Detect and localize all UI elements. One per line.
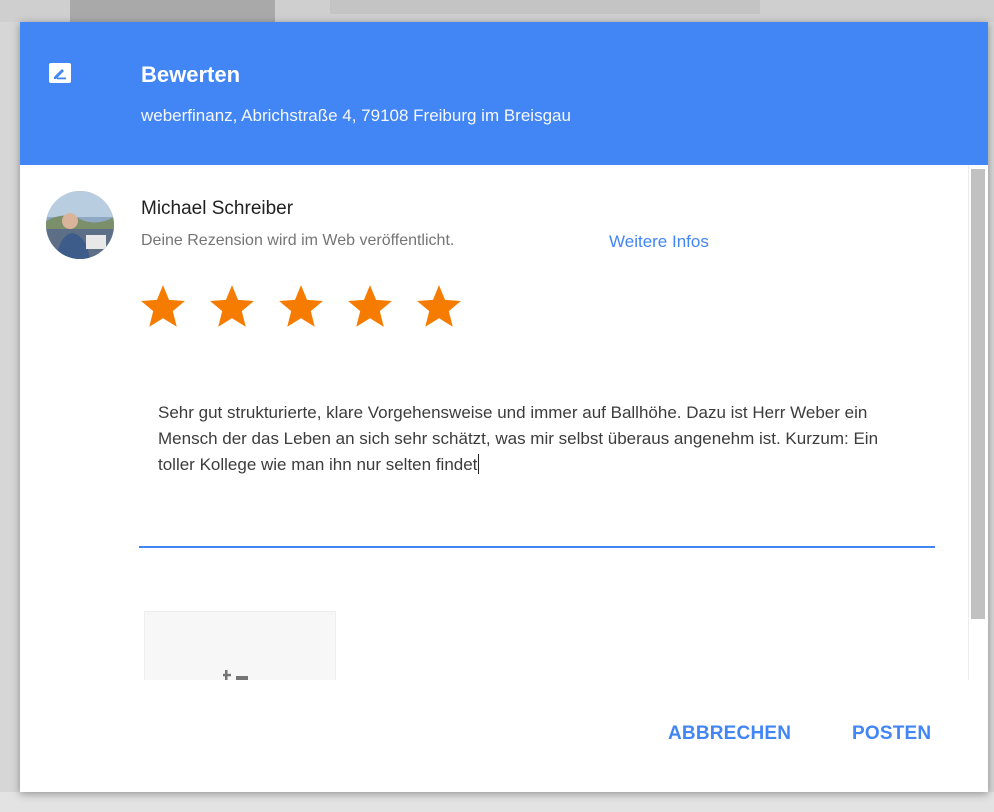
- star-1-icon[interactable]: [138, 282, 188, 332]
- background-text: [330, 0, 760, 14]
- star-2-icon[interactable]: [207, 282, 257, 332]
- background-footer: [0, 792, 994, 812]
- dialog-header: Bewerten weberfinanz, Abrichstraße 4, 79…: [20, 22, 988, 165]
- review-text: Sehr gut strukturierte, klare Vorgehensw…: [158, 403, 879, 474]
- post-button[interactable]: POSTEN: [852, 723, 931, 745]
- review-textarea[interactable]: Sehr gut strukturierte, klare Vorgehensw…: [158, 400, 918, 478]
- review-form: Michael Schreiber Deine Rezension wird i…: [20, 165, 988, 680]
- add-photo-icon: [221, 668, 261, 680]
- publish-notice: Deine Rezension wird im Web veröffentlic…: [141, 232, 455, 249]
- star-5-icon[interactable]: [414, 282, 464, 332]
- add-photo-button[interactable]: [144, 611, 336, 680]
- more-info-link[interactable]: Weitere Infos: [609, 232, 709, 252]
- cancel-button[interactable]: ABBRECHEN: [668, 723, 791, 745]
- text-cursor: [478, 454, 480, 474]
- user-name: Michael Schreiber: [141, 198, 294, 219]
- star-4-icon[interactable]: [345, 282, 395, 332]
- star-3-icon[interactable]: [276, 282, 326, 332]
- background-image: [70, 0, 275, 22]
- avatar: [46, 191, 114, 259]
- dialog-title: Bewerten: [141, 62, 241, 87]
- review-input-underline: [139, 546, 935, 548]
- star-rating: [138, 282, 483, 332]
- business-address: weberfinanz, Abrichstraße 4, 79108 Freib…: [141, 106, 571, 125]
- scrollbar-thumb[interactable]: [971, 169, 985, 619]
- review-dialog: Bewerten weberfinanz, Abrichstraße 4, 79…: [20, 22, 988, 792]
- rate-review-icon: [48, 62, 72, 84]
- dialog-actions: ABBRECHEN POSTEN: [20, 680, 988, 792]
